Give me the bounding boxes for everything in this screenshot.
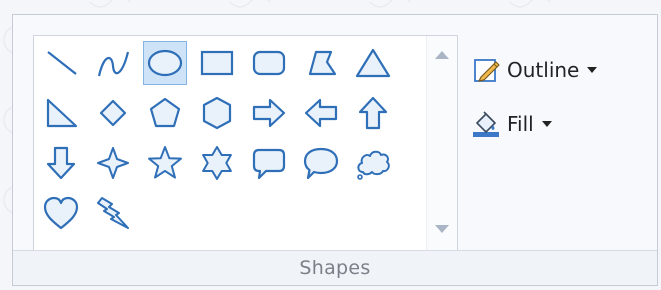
group-label: Shapes <box>299 257 371 279</box>
fill-label: Fill <box>507 112 534 136</box>
shape-diamond[interactable] <box>91 91 135 135</box>
shape-hexagon[interactable] <box>195 91 239 135</box>
cloud-callout-shape-icon <box>357 150 390 180</box>
shape-polygon[interactable] <box>299 41 343 85</box>
shape-rounded-rectangular-callout[interactable] <box>247 141 291 185</box>
shape-pentagon[interactable] <box>143 91 187 135</box>
fill-dropdown-arrow-icon <box>541 121 552 127</box>
shape-line[interactable] <box>39 41 83 85</box>
oval-shape-icon <box>147 49 183 77</box>
group-footer: Shapes <box>13 250 657 285</box>
lightning-shape-icon <box>97 197 129 229</box>
shapes-gallery <box>33 35 458 257</box>
oval-callout-shape-icon <box>303 147 339 180</box>
left-arrow-shape-icon <box>304 98 338 128</box>
shape-lightning[interactable] <box>91 191 135 235</box>
pentagon-shape-icon <box>149 97 181 128</box>
shape-right-arrow[interactable] <box>247 91 291 135</box>
shape-oval-callout[interactable] <box>299 141 343 185</box>
right-arrow-shape-icon <box>252 98 286 128</box>
shapes-group: Outline Fill Shapes <box>12 14 658 286</box>
five-point-star-shape-icon <box>148 146 182 179</box>
outline-label: Outline <box>507 58 580 82</box>
shape-up-arrow[interactable] <box>351 91 395 135</box>
shape-curve[interactable] <box>91 41 135 85</box>
paint-bucket-icon <box>473 111 499 137</box>
up-arrow-shape-icon <box>358 96 388 130</box>
outline-button[interactable]: Outline <box>471 53 598 87</box>
hexagon-shape-icon <box>202 96 232 130</box>
shape-rounded-rectangle[interactable] <box>247 41 291 85</box>
shape-left-arrow[interactable] <box>299 91 343 135</box>
line-shape-icon <box>47 51 77 75</box>
down-arrow-shape-icon <box>46 146 76 180</box>
six-point-star-shape-icon <box>202 146 232 180</box>
four-point-star-shape-icon <box>97 147 129 179</box>
shape-down-arrow[interactable] <box>39 141 83 185</box>
outline-dropdown-arrow-icon <box>587 67 598 73</box>
rounded-rectangle-shape-icon <box>252 50 286 76</box>
shape-five-point-star[interactable] <box>143 141 187 185</box>
shape-heart[interactable] <box>39 191 83 235</box>
shape-triangle[interactable] <box>351 41 395 85</box>
rectangle-shape-icon <box>200 50 234 76</box>
polygon-shape-icon <box>308 50 337 76</box>
scroll-down-arrow-icon[interactable] <box>433 222 451 236</box>
shape-cloud-callout[interactable] <box>351 141 395 185</box>
gallery-scrollbar[interactable] <box>426 36 457 256</box>
triangle-shape-icon <box>355 48 391 78</box>
pencil-outline-icon <box>474 59 500 82</box>
shape-six-point-star[interactable] <box>195 141 239 185</box>
fill-button[interactable]: Fill <box>471 107 552 141</box>
diamond-shape-icon <box>99 99 127 127</box>
right-triangle-shape-icon <box>46 98 78 128</box>
shape-right-triangle[interactable] <box>39 91 83 135</box>
shape-four-point-star[interactable] <box>91 141 135 185</box>
shape-oval[interactable] <box>143 41 187 85</box>
rounded-rectangular-callout-shape-icon <box>252 148 286 180</box>
heart-shape-icon <box>43 196 79 230</box>
curve-shape-icon <box>97 51 130 77</box>
shape-rectangle[interactable] <box>195 41 239 85</box>
scroll-up-arrow-icon[interactable] <box>433 48 451 62</box>
